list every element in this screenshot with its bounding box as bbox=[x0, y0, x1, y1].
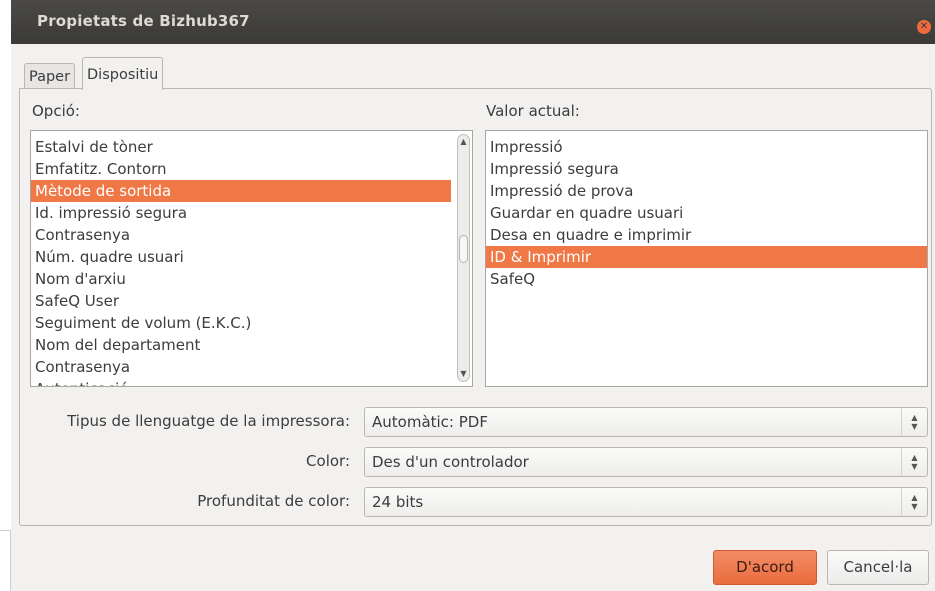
color-select[interactable]: Des d'un controlador ▲ ▼ bbox=[364, 447, 928, 477]
window-title: Propietats de Bizhub367 bbox=[37, 12, 250, 30]
device-tab-panel: Opció: Valor actual: Estalvi de tòner Emf… bbox=[19, 88, 932, 526]
ok-button[interactable]: D'acord bbox=[713, 550, 817, 585]
option-list-item[interactable]: Mètode de sortida bbox=[31, 180, 451, 202]
tab-device-label: Dispositiu bbox=[87, 67, 159, 83]
option-list-item[interactable]: Emfatitz. Contorn bbox=[31, 158, 451, 180]
color-label: Color: bbox=[306, 452, 350, 470]
option-list-scrollbar[interactable]: ▲ ▼ bbox=[457, 134, 470, 382]
value-list-item[interactable]: ID & Imprimir bbox=[486, 246, 927, 268]
tab-paper[interactable]: Paper bbox=[24, 63, 76, 89]
color-depth-value: 24 bits bbox=[372, 493, 424, 511]
printer-language-select[interactable]: Automàtic: PDF ▲ ▼ bbox=[364, 407, 928, 437]
color-value: Des d'un controlador bbox=[372, 453, 529, 471]
printer-language-label: Tipus de llenguatge de la impressora: bbox=[67, 412, 350, 430]
current-value-header: Valor actual: bbox=[486, 102, 580, 120]
option-list[interactable]: Estalvi de tòner Emfatitz. Contorn Mètode … bbox=[30, 130, 473, 387]
option-list-item[interactable]: Autenticació bbox=[31, 378, 451, 386]
printer-language-value: Automàtic: PDF bbox=[372, 413, 488, 431]
properties-dialog: Paper Dispositiu Opció: Valor actual: Es… bbox=[11, 44, 935, 591]
option-list-item[interactable]: Núm. quadre usuari bbox=[31, 246, 451, 268]
up-down-arrows-icon: ▲ ▼ bbox=[901, 488, 927, 516]
value-list-item[interactable]: Impressió bbox=[486, 136, 927, 158]
tab-paper-label: Paper bbox=[29, 69, 71, 85]
tab-device[interactable]: Dispositiu bbox=[82, 57, 164, 90]
up-down-arrows-icon: ▲ ▼ bbox=[901, 408, 927, 436]
color-depth-select[interactable]: 24 bits ▲ ▼ bbox=[364, 487, 928, 517]
option-list-item[interactable]: Nom d'arxiu bbox=[31, 268, 451, 290]
cancel-button[interactable]: Cancel·la bbox=[827, 550, 929, 585]
up-down-arrows-icon: ▲ ▼ bbox=[901, 448, 927, 476]
option-list-item[interactable]: Seguiment de volum (E.K.C.) bbox=[31, 312, 451, 334]
title-bar: Propietats de Bizhub367 ✕ bbox=[11, 0, 935, 44]
option-header: Opció: bbox=[32, 102, 80, 120]
value-list-item[interactable]: Desa en quadre e imprimir bbox=[486, 224, 927, 246]
option-list-item[interactable]: Id. impressió segura bbox=[31, 202, 451, 224]
option-list-item[interactable]: Contrasenya bbox=[31, 356, 451, 378]
option-list-item[interactable]: Estalvi de tòner bbox=[31, 136, 451, 158]
value-list-item[interactable]: SafeQ bbox=[486, 268, 927, 290]
option-list-item[interactable]: SafeQ User bbox=[31, 290, 451, 312]
value-list-item[interactable]: Guardar en quadre usuari bbox=[486, 202, 927, 224]
color-depth-label: Profunditat de color: bbox=[197, 492, 350, 510]
option-list-item[interactable]: Contrasenya bbox=[31, 224, 451, 246]
scrollbar-thumb[interactable] bbox=[459, 235, 468, 263]
option-list-item[interactable]: Nom del departament bbox=[31, 334, 451, 356]
close-icon[interactable]: ✕ bbox=[917, 20, 931, 34]
value-list-item[interactable]: Impressió de prova bbox=[486, 180, 927, 202]
scroll-up-icon[interactable]: ▲ bbox=[458, 136, 469, 148]
scroll-down-icon[interactable]: ▼ bbox=[458, 368, 469, 380]
background-area bbox=[0, 0, 11, 591]
value-list-item[interactable]: Impressió segura bbox=[486, 158, 927, 180]
value-list[interactable]: Impressió Impressió segura Impressió de pr… bbox=[485, 130, 928, 387]
